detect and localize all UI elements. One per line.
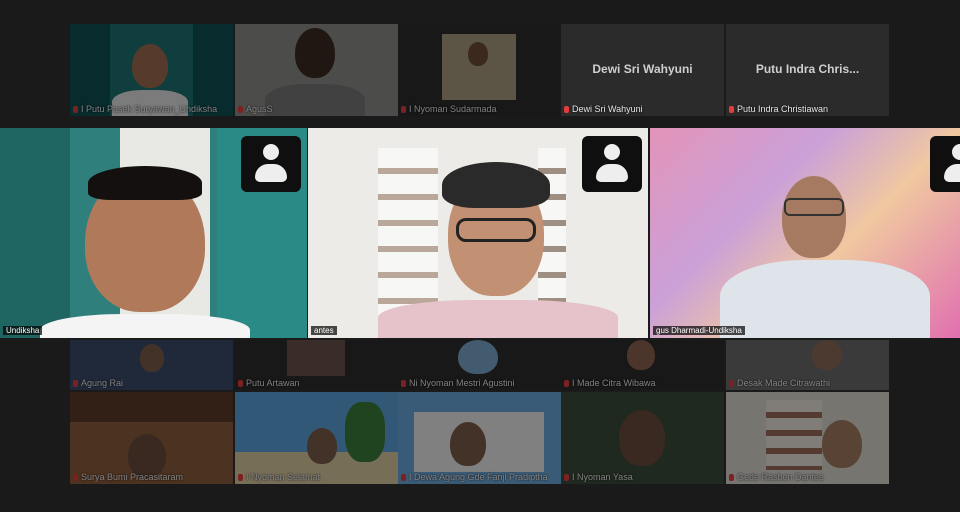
participant-display-name: Dewi Sri Wahyuni xyxy=(592,62,693,76)
profile-placeholder-icon xyxy=(930,136,960,192)
mic-muted-icon xyxy=(401,105,406,113)
mic-muted-icon xyxy=(401,379,406,387)
participant-tile[interactable]: Surya Bumi Pracasitaram xyxy=(70,392,233,484)
participant-body xyxy=(40,314,250,338)
participant-name: Desak Made Citrawathi xyxy=(729,378,830,388)
participant-name: Dewi Sri Wahyuni xyxy=(564,104,643,114)
participant-tile[interactable]: I Nyoman Yasa xyxy=(561,392,724,484)
participant-face xyxy=(619,410,665,466)
mic-muted-icon xyxy=(401,473,406,481)
participant-name: Putu Indra Christiawan xyxy=(729,104,828,114)
profile-placeholder-icon xyxy=(582,136,642,192)
glasses-icon xyxy=(456,218,536,242)
participant-tile[interactable]: Dewi Sri Wahyuni Dewi Sri Wahyuni xyxy=(561,24,724,116)
participant-name: antes xyxy=(311,326,337,335)
participant-face xyxy=(450,422,486,466)
participant-hair xyxy=(442,162,550,208)
mic-muted-icon xyxy=(729,105,734,113)
participant-tile[interactable]: Putu Artawan xyxy=(235,340,398,390)
mic-muted-icon xyxy=(73,379,78,387)
participant-tile[interactable]: I Dewa Agung Gde Fanji Pradiptha xyxy=(398,392,561,484)
participant-tile[interactable]: AgusS xyxy=(235,24,398,116)
participant-face xyxy=(812,340,842,370)
mic-muted-icon xyxy=(564,379,569,387)
participant-tile[interactable]: Desak Made Citrawathi xyxy=(726,340,889,390)
mic-muted-icon xyxy=(238,105,243,113)
participant-name: I Nyoman Sudarmada xyxy=(401,104,497,114)
participant-tile[interactable]: I Nyoman Selamat xyxy=(235,392,398,484)
mic-muted-icon xyxy=(729,379,734,387)
participant-tile[interactable]: Gede Rasben Dantes xyxy=(726,392,889,484)
participant-tile[interactable]: Agung Rai xyxy=(70,340,233,390)
participant-hair xyxy=(88,166,202,200)
participant-tile[interactable]: Ni Nyoman Mestri Agustini xyxy=(398,340,561,390)
participant-body xyxy=(265,84,365,116)
participant-name: Agung Rai xyxy=(73,378,123,388)
participant-tile[interactable]: I Putu Pasek Suryawan_Undiksha xyxy=(70,24,233,116)
mic-muted-icon xyxy=(729,473,734,481)
bookshelf xyxy=(766,400,822,470)
featured-participant-tile[interactable]: gus Dharmadi-Undiksha xyxy=(650,128,960,338)
participant-face xyxy=(458,340,498,374)
participant-face xyxy=(782,176,846,258)
participant-name: gus Dharmadi-Undiksha xyxy=(653,326,745,335)
mic-muted-icon xyxy=(238,473,243,481)
participant-name: I Nyoman Yasa xyxy=(564,472,633,482)
participant-name: Surya Bumi Pracasitaram xyxy=(73,472,183,482)
participant-face xyxy=(468,42,488,66)
participant-face xyxy=(132,44,168,88)
participant-tile[interactable]: Putu Indra Chris... Putu Indra Christiaw… xyxy=(726,24,889,116)
participant-name: Ni Nyoman Mestri Agustini xyxy=(401,378,515,388)
participant-face xyxy=(295,28,335,78)
mic-muted-icon xyxy=(564,105,569,113)
participant-name: I Nyoman Selamat xyxy=(238,472,320,482)
participant-face xyxy=(822,420,862,468)
participant-name: I Made Citra Wibawa xyxy=(564,378,656,388)
mic-muted-icon xyxy=(73,473,78,481)
participant-face xyxy=(627,340,655,370)
participant-tile[interactable]: I Nyoman Sudarmada xyxy=(398,24,561,116)
mic-muted-icon xyxy=(73,105,78,113)
glasses-icon xyxy=(784,198,844,216)
profile-placeholder-icon xyxy=(241,136,301,192)
bookshelf xyxy=(378,148,438,318)
participant-name: AgusS xyxy=(238,104,273,114)
participant-name: I Putu Pasek Suryawan_Undiksha xyxy=(73,104,217,114)
participant-name: Putu Artawan xyxy=(238,378,300,388)
participant-face xyxy=(140,344,164,372)
participant-tile[interactable]: I Made Citra Wibawa xyxy=(561,340,724,390)
mic-muted-icon xyxy=(238,379,243,387)
featured-participant-tile[interactable]: antes xyxy=(308,128,648,338)
participant-name: Gede Rasben Dantes xyxy=(729,472,824,482)
participant-face xyxy=(307,428,337,464)
participant-body xyxy=(720,260,930,338)
mic-muted-icon xyxy=(564,473,569,481)
participant-body xyxy=(378,300,618,338)
featured-participant-tile[interactable]: Undiksha xyxy=(0,128,307,338)
participant-name: I Dewa Agung Gde Fanji Pradiptha xyxy=(401,472,548,482)
participant-name: Undiksha xyxy=(3,326,43,335)
participant-display-name: Putu Indra Chris... xyxy=(755,62,860,76)
